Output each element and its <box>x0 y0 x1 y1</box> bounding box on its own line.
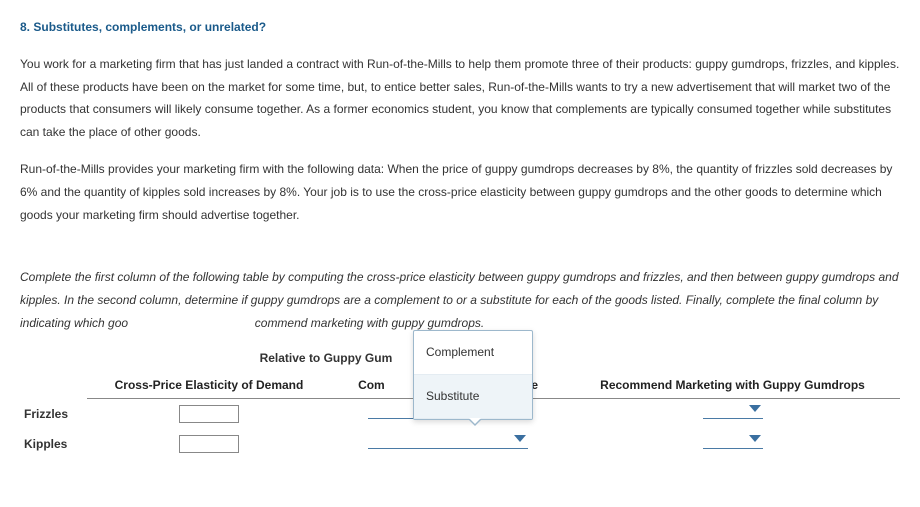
recommend-dropdown-kipples[interactable] <box>703 431 763 449</box>
comp-sub-dropdown-kipples[interactable] <box>368 431 528 449</box>
question-title-text: Substitutes, complements, or unrelated? <box>33 20 266 34</box>
paragraph-2: Run-of-the-Mills provides your marketing… <box>20 158 900 226</box>
super-header-text: Relative to Guppy Gum <box>260 351 393 365</box>
paragraph-1: You work for a marketing firm that has j… <box>20 53 900 144</box>
recommend-dropdown-frizzles[interactable] <box>703 401 763 419</box>
cross-price-input-frizzles[interactable] <box>179 405 239 423</box>
row-label-frizzles: Frizzles <box>20 399 87 429</box>
menu-option-substitute[interactable]: Substitute <box>414 375 532 419</box>
chevron-down-icon <box>749 435 761 443</box>
col-header-cross-price: Cross-Price Elasticity of Demand <box>87 372 331 399</box>
row-label-kipples: Kipples <box>20 429 87 459</box>
cross-price-input-kipples[interactable] <box>179 435 239 453</box>
comp-sub-dropdown-menu[interactable]: Complement Substitute <box>413 330 533 420</box>
col-header-recommend: Recommend Marketing with Guppy Gumdrops <box>565 372 900 399</box>
chevron-down-icon <box>514 435 526 443</box>
question-title: 8. Substitutes, complements, or unrelate… <box>20 16 900 39</box>
menu-pointer-icon <box>468 419 482 426</box>
instructions-paragraph: Complete the first column of the followi… <box>20 266 900 334</box>
instructions-part2: commend marketing with guppy gumdrops. <box>255 316 484 330</box>
menu-option-complement[interactable]: Complement <box>414 331 532 375</box>
question-number: 8. <box>20 20 30 34</box>
chevron-down-icon <box>749 405 761 413</box>
